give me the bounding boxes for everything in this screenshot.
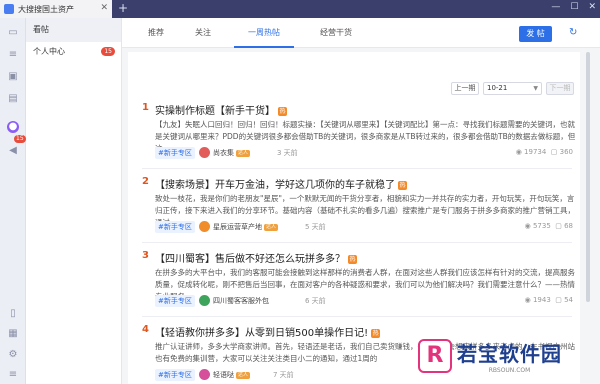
- avatar[interactable]: [199, 147, 210, 158]
- post-stats: ◉ 5735 ▢ 68: [524, 222, 573, 230]
- avatar[interactable]: [199, 221, 210, 232]
- post-item[interactable]: 1 实操制作标题【新手干货】热 【九友】失眠人口回归！回归！回归！标题实操：【关…: [142, 102, 575, 160]
- tab-close-icon[interactable]: ✕: [100, 3, 108, 13]
- scrollbar[interactable]: [586, 52, 590, 302]
- device-icon[interactable]: ▯: [7, 308, 19, 320]
- side-item-count: 15: [101, 47, 115, 56]
- icon-rail: ▭ ≡ ▣ ▤ ● 15 ◀ ▯ ▦ ⚙ ≡: [0, 18, 26, 384]
- side-item-label: 个人中心: [33, 47, 65, 56]
- window-controls: — ☐ ✕: [551, 2, 596, 12]
- divider: [142, 168, 572, 169]
- chevron-down-icon: ▼: [533, 85, 538, 92]
- author-name[interactable]: 轻语哒 达人: [213, 370, 251, 380]
- date-value: 10-21: [487, 84, 508, 92]
- post-title[interactable]: 实操制作标题【新手干货】热: [155, 102, 287, 117]
- minimize-icon[interactable]: —: [551, 2, 560, 12]
- hot-icon: 热: [398, 180, 407, 190]
- watermark-title: 若宝软件园: [457, 342, 562, 366]
- watermark-logo-icon: R: [418, 339, 452, 373]
- side-panel: 看帖 个人中心 15: [26, 18, 122, 384]
- post-meta: #新手专区 尚衣集 达人 3 天前 ◉ 19734 ▢ 360: [155, 146, 577, 160]
- post-rank: 2: [142, 176, 149, 187]
- post-stats: ◉ 1943 ▢ 54: [524, 296, 573, 304]
- post-time: 6 天前: [305, 297, 326, 305]
- post-button[interactable]: 发 帖: [519, 26, 552, 42]
- watermark-sub: RBSOUN.COM: [488, 367, 531, 374]
- menu-icon[interactable]: ≡: [7, 369, 19, 381]
- post-title[interactable]: 【轻语教你拼多多】从零到日销500单操作日记! 热: [155, 324, 381, 339]
- post-tag[interactable]: #新手专区: [155, 369, 195, 381]
- post-meta: #新手专区 四川蜀客客服外包 6 天前 ◉ 1943 ▢ 54: [155, 294, 577, 308]
- post-title[interactable]: 【搜索场景】开车万金油，学好这几项你的车子就稳了热: [155, 176, 407, 191]
- post-item[interactable]: 3 【四川蜀客】售后做不好还怎么玩拼多多？热 在拼多多的大平台中，我们的客服可能…: [142, 250, 575, 308]
- settings-icon[interactable]: ⚙: [7, 349, 19, 361]
- tab-bar: 推荐 关注 一周热帖 经营干货 发 帖 ↻: [122, 18, 600, 48]
- new-tab-icon[interactable]: +: [118, 1, 128, 15]
- bag-icon[interactable]: ▣: [7, 71, 19, 83]
- side-header[interactable]: 看帖: [26, 18, 121, 42]
- next-issue-button[interactable]: 下一期: [546, 82, 574, 95]
- author-name[interactable]: 星辰运营草产地 达人: [213, 222, 279, 232]
- community-badge: 15: [14, 135, 26, 143]
- author-name[interactable]: 四川蜀客客服外包: [213, 296, 269, 306]
- post-rank: 1: [142, 102, 149, 113]
- tab-recommend[interactable]: 推荐: [136, 18, 176, 48]
- store-icon[interactable]: ▤: [7, 93, 19, 105]
- main-area: 推荐 关注 一周热帖 经营干货 发 帖 ↻ 上一期 10-21 ▼ 下一期 1 …: [122, 18, 600, 384]
- hot-icon: 热: [278, 106, 287, 116]
- post-tag[interactable]: #新手专区: [155, 295, 195, 307]
- avatar[interactable]: [199, 295, 210, 306]
- app-title: 大搜搜国土资产: [18, 4, 74, 14]
- post-meta: #新手专区 星辰运营草产地 达人 5 天前 ◉ 5735 ▢ 68: [155, 220, 577, 234]
- post-title[interactable]: 【四川蜀客】售后做不好还怎么玩拼多多？热: [155, 250, 357, 265]
- tab-business-tips[interactable]: 经营干货: [306, 18, 366, 48]
- tab-follow[interactable]: 关注: [185, 18, 221, 48]
- app-tab[interactable]: 大搜搜国土资产 ✕: [0, 0, 112, 18]
- maximize-icon[interactable]: ☐: [570, 2, 578, 12]
- title-bar: 大搜搜国土资产 ✕ + — ☐ ✕: [0, 0, 600, 18]
- divider: [142, 316, 572, 317]
- post-item[interactable]: 2 【搜索场景】开车万金油，学好这几项你的车子就稳了热 致处一枝花，我是你们的老…: [142, 176, 575, 234]
- speaker-icon[interactable]: ◀: [7, 145, 19, 157]
- close-window-icon[interactable]: ✕: [588, 2, 596, 12]
- post-tag[interactable]: #新手专区: [155, 221, 195, 233]
- divider: [142, 242, 572, 243]
- refresh-icon[interactable]: ↻: [569, 27, 577, 38]
- author-name[interactable]: 尚衣集 达人: [213, 148, 251, 158]
- post-time: 7 天前: [273, 371, 294, 379]
- post-time: 3 天前: [277, 149, 298, 157]
- avatar[interactable]: [199, 369, 210, 380]
- community-icon[interactable]: ●: [7, 121, 19, 133]
- post-stats: ◉ 19734 ▢ 360: [515, 148, 573, 156]
- tab-weekly-hot[interactable]: 一周热帖: [234, 18, 294, 48]
- app-logo-icon: [4, 4, 14, 14]
- prev-issue-button[interactable]: 上一期: [451, 82, 479, 95]
- side-item-personal-center[interactable]: 个人中心 15: [26, 42, 121, 62]
- watermark: R 若宝软件园 RBSOUN.COM: [418, 335, 588, 377]
- hot-icon: 热: [348, 254, 357, 264]
- grid-icon[interactable]: ▦: [7, 328, 19, 340]
- list-icon[interactable]: ≡: [7, 49, 19, 61]
- chat-icon[interactable]: ▭: [7, 27, 19, 39]
- post-time: 5 天前: [305, 223, 326, 231]
- hot-icon: 热: [371, 328, 381, 338]
- date-select[interactable]: 10-21 ▼: [483, 82, 542, 95]
- post-rank: 3: [142, 250, 149, 261]
- post-rank: 4: [142, 324, 149, 335]
- post-tag[interactable]: #新手专区: [155, 147, 195, 159]
